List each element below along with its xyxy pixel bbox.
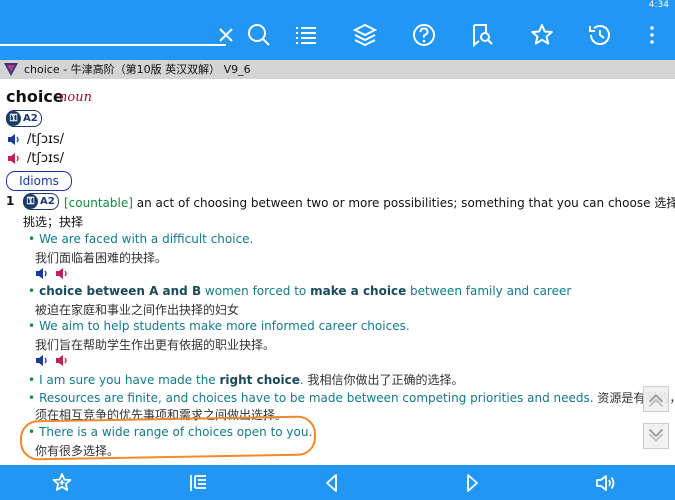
dictionary-title-bar[interactable]: choice - 牛津高阶（第10版 英汉双解） V9_6 [0, 60, 675, 79]
speaker-icon [596, 475, 615, 491]
speaker-us-icon[interactable] [7, 152, 21, 165]
star-add-icon [52, 473, 72, 491]
example-6: • There is a wide range of choices open t… [28, 425, 313, 439]
pronunciation-us: /tʃɔɪs/ [7, 151, 64, 166]
example-5-zh-cont: 须在相互竞争的优先事项和需求之间做出选择。 [35, 408, 288, 422]
example-3-zh: 我们旨在帮助学生作出更有依据的职业抉择。 [35, 338, 276, 352]
headword: choice [6, 87, 64, 106]
example-2-zh: 被迫在家庭和事业之间作出抉择的妇女 [35, 303, 240, 317]
previous-entry-button[interactable] [320, 471, 344, 495]
search-input[interactable] [0, 22, 226, 46]
more-button[interactable] [638, 21, 666, 49]
bookmark-search-button[interactable] [468, 21, 496, 49]
example-2-en-bold: make a choice [310, 284, 407, 298]
speaker-uk-icon[interactable] [7, 133, 21, 146]
pronounce-button[interactable] [594, 471, 618, 495]
oxford-key-icon: ⚿ [6, 111, 21, 126]
example-6-zh: 你有很多选择。 [35, 444, 120, 458]
search-icon [248, 24, 270, 46]
status-time: 4:34 [648, 0, 669, 10]
dictionary-title: choice - 牛津高阶（第10版 英汉双解） V9_6 [24, 63, 251, 76]
close-icon [219, 28, 233, 42]
example-4: • I am sure you have made the right choic… [28, 373, 464, 387]
example-4-en-post: . [299, 373, 304, 387]
part-of-speech: noun [59, 90, 92, 105]
sense-number: 1 [6, 194, 15, 208]
search-button[interactable] [245, 21, 273, 49]
add-favorite-button[interactable] [50, 471, 74, 495]
idioms-button[interactable]: Idioms [6, 171, 72, 191]
example-4-zh: 我相信你做出了正确的选择。 [307, 373, 464, 387]
example-3-en: We aim to help students make more inform… [39, 319, 410, 333]
oxford-key-icon: ⚿ [23, 194, 38, 209]
sense-level-label: A2 [40, 196, 55, 207]
speaker-us-icon[interactable] [55, 267, 69, 280]
next-icon [467, 474, 478, 492]
bottom-toolbar [0, 465, 675, 500]
dictionary-logo-icon [4, 63, 18, 76]
example-2-en-pre: women forced to [204, 284, 311, 298]
sense-level-badge: ⚿ A2 [23, 193, 59, 210]
history-button[interactable] [586, 21, 614, 49]
example-2-pattern: choice between A and B [39, 284, 202, 298]
help-icon [413, 24, 435, 46]
speaker-uk-icon[interactable] [35, 354, 49, 367]
grammar-label: [countable] [64, 196, 133, 210]
star-icon [531, 24, 553, 45]
favorites-button[interactable] [528, 21, 556, 49]
pronunciation-uk-text: /tʃɔɪs/ [27, 132, 64, 147]
speaker-uk-icon[interactable] [35, 267, 49, 280]
example-1-zh: 我们面临着困难的抉择。 [35, 251, 168, 265]
list-icon [296, 27, 316, 44]
chevron-down-icon [648, 428, 664, 442]
definition-text: an act of choosing between two or more p… [136, 196, 675, 210]
example-6-en: There is a wide range of choices open to… [39, 425, 313, 439]
table-of-contents-button[interactable] [186, 471, 210, 495]
example-2: • choice between A and B women forced to … [28, 284, 572, 298]
example-5: • Resources are finite, and choices have … [28, 389, 675, 406]
pronunciation-us-text: /tʃɔɪs/ [27, 151, 64, 166]
chevron-up-icon [648, 394, 664, 408]
example-4-en-pre: I am sure you have made the [39, 373, 220, 387]
scroll-up-button[interactable] [643, 386, 669, 412]
next-entry-button[interactable] [460, 471, 484, 495]
example-1-audio [35, 267, 75, 280]
more-icon [650, 26, 654, 44]
list-button[interactable] [292, 21, 320, 49]
scroll-down-button[interactable] [643, 423, 669, 449]
speaker-us-icon[interactable] [55, 354, 69, 367]
toc-icon [190, 475, 206, 491]
example-3-audio [35, 354, 75, 367]
example-1-en: We are faced with a difficult choice. [39, 232, 254, 246]
level-label: A2 [23, 113, 38, 124]
example-5-en: Resources are finite, and choices have t… [39, 391, 594, 405]
example-4-en-bold: right choice [219, 373, 300, 387]
definition-zh: 挑选；抉择 [23, 215, 84, 229]
bookmark-search-icon [473, 24, 493, 48]
example-1: • We are faced with a difficult choice. [28, 232, 254, 246]
help-button[interactable] [410, 21, 438, 49]
example-3: • We aim to help students make more infor… [28, 319, 410, 333]
entry-content[interactable]: choice noun ⚿ A2 /tʃɔɪs/ /tʃɔɪs/ Idioms … [0, 79, 675, 465]
pronunciation-uk: /tʃɔɪs/ [7, 132, 64, 147]
clear-search-button[interactable] [214, 23, 238, 47]
dictionaries-button[interactable] [351, 21, 379, 49]
definition: [countable] an act of choosing between t… [64, 194, 675, 211]
example-2-en-post: between family and career [406, 284, 572, 298]
layers-icon [352, 23, 378, 47]
top-toolbar [0, 10, 675, 60]
level-badge: ⚿ A2 [6, 110, 42, 127]
prev-icon [326, 474, 337, 492]
status-bar: 4:34 [0, 0, 675, 10]
history-icon [589, 25, 610, 45]
